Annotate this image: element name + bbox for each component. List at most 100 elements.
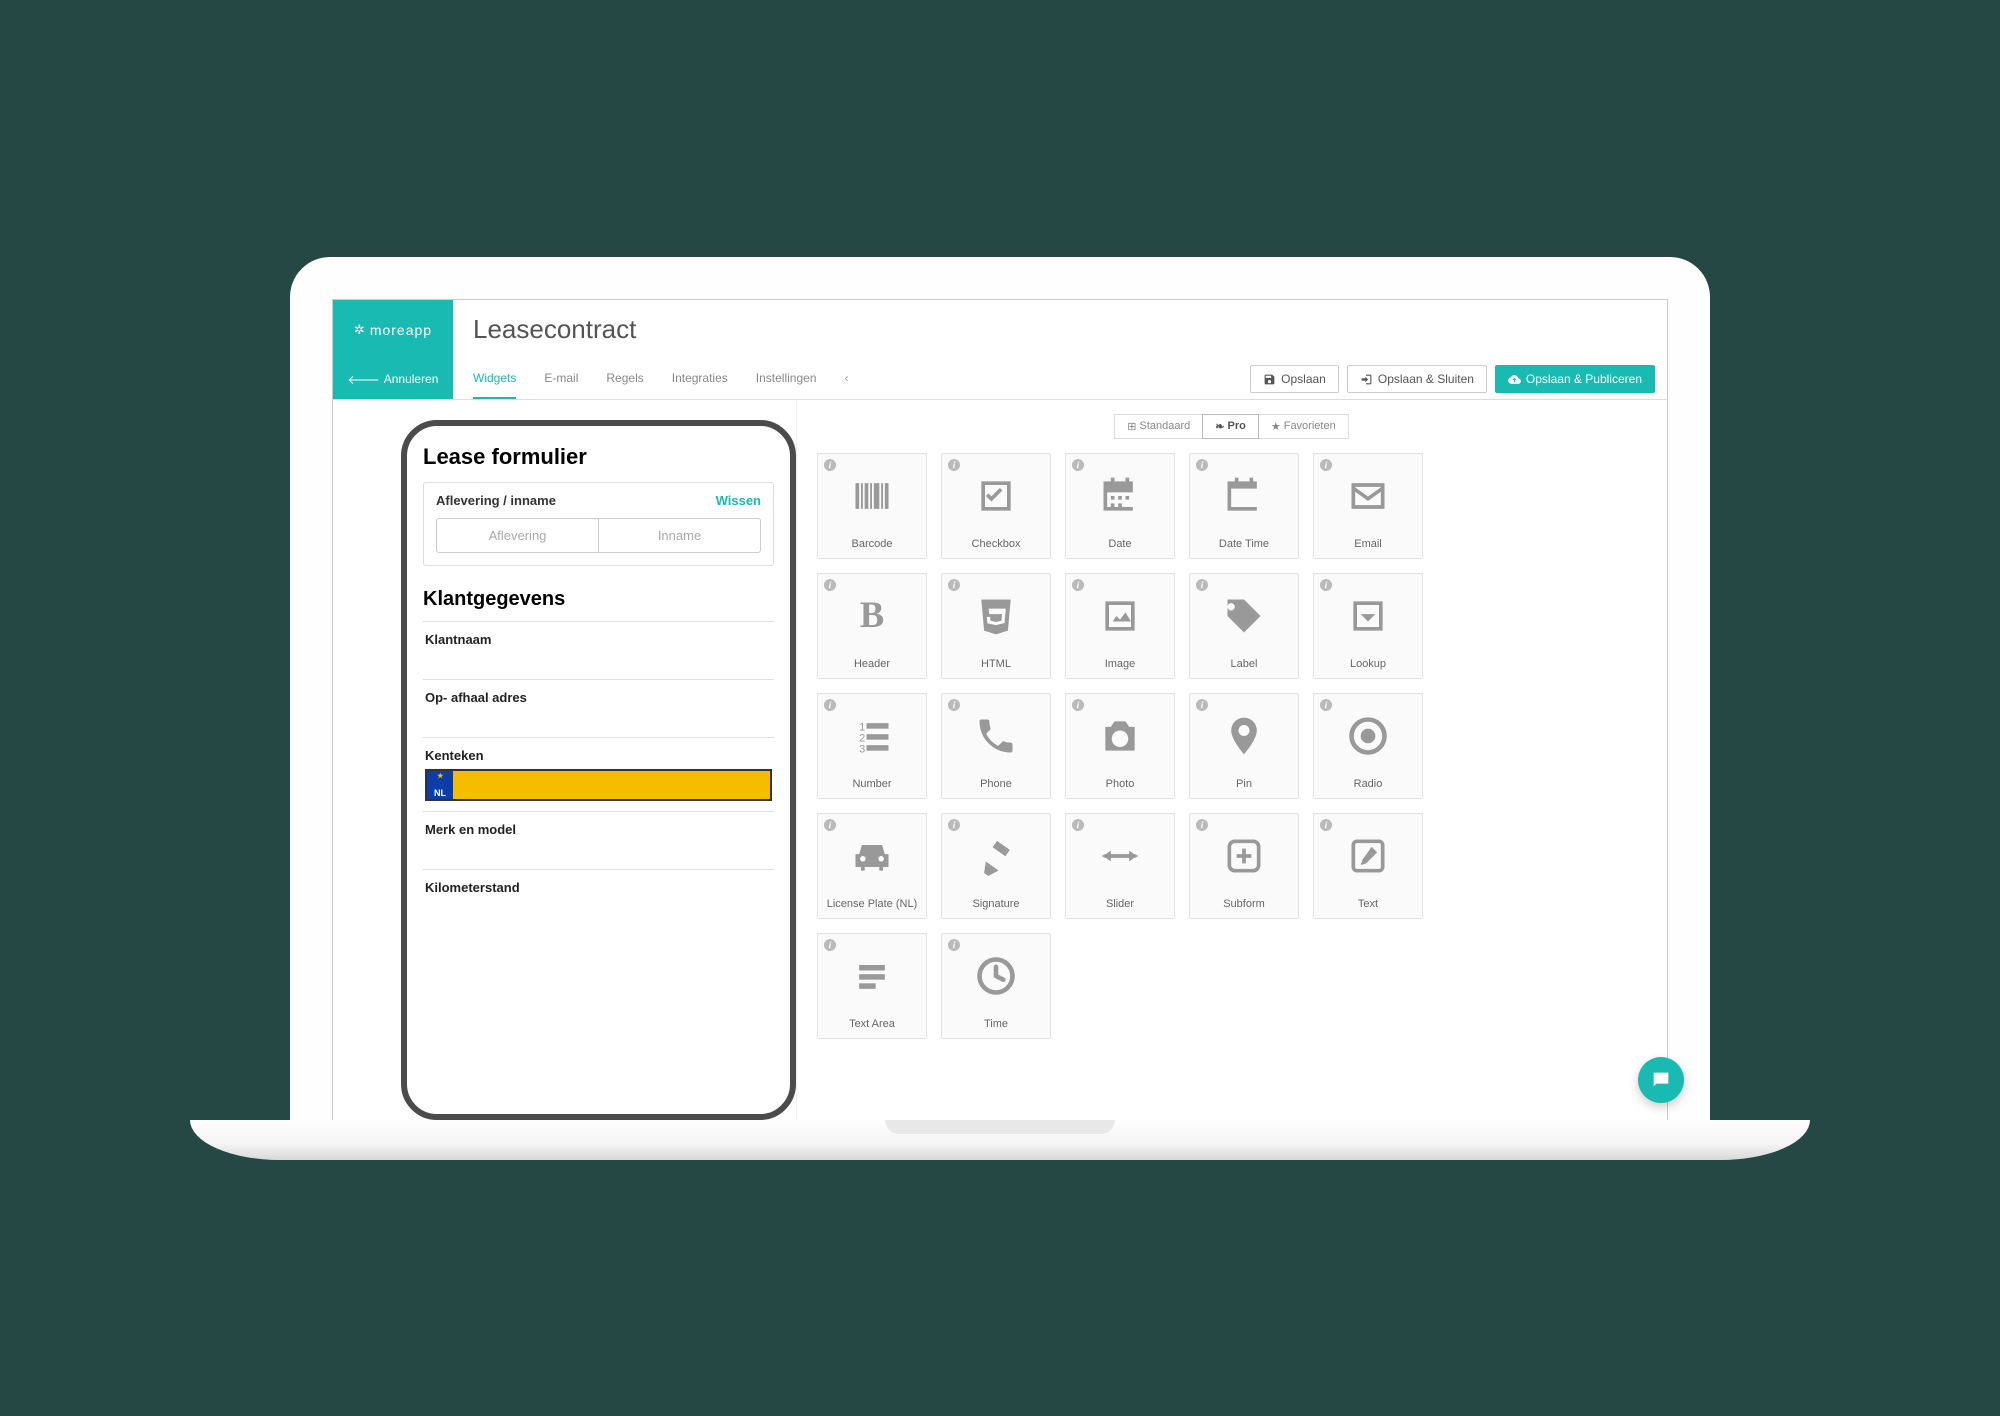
widget-image[interactable]: iImage: [1065, 573, 1175, 679]
cancel-label: Annuleren: [384, 372, 439, 386]
widget-slider[interactable]: i Slider: [1065, 813, 1175, 919]
brand-logo: ✲ moreapp: [333, 300, 453, 360]
info-icon[interactable]: i: [948, 579, 960, 591]
tab-email[interactable]: E-mail: [544, 360, 578, 399]
widget-label: Time: [984, 1018, 1008, 1030]
widget-html[interactable]: i HTML: [941, 573, 1051, 679]
widget-label: Checkbox: [972, 538, 1021, 550]
widget-label: Slider: [1106, 898, 1134, 910]
brand-text: moreapp: [370, 322, 432, 338]
widget-label: Email: [1354, 538, 1382, 550]
widget-textarea[interactable]: iText Area: [817, 933, 927, 1039]
arrow-left-icon: 🡐: [348, 372, 380, 387]
widget-date[interactable]: i Date: [1065, 453, 1175, 559]
widget-label: Lookup: [1350, 658, 1386, 670]
widget-number[interactable]: i Number: [817, 693, 927, 799]
tabs-bar: Widgets E-mail Regels Integraties Instel…: [453, 360, 1250, 399]
info-icon[interactable]: i: [824, 939, 836, 951]
widget-text[interactable]: iText: [1313, 813, 1423, 919]
delivery-card: Aflevering / inname Wissen Aflevering In…: [423, 482, 774, 566]
field-kenteken[interactable]: Kenteken ★ NL: [423, 737, 774, 811]
tabs-collapse-icon[interactable]: ‹: [845, 360, 849, 399]
widget-label: Subform: [1223, 898, 1265, 910]
save-publish-label: Opslaan & Publiceren: [1526, 372, 1642, 386]
widget-datetime[interactable]: i Date Time: [1189, 453, 1299, 559]
widget-checkbox[interactable]: i Checkbox: [941, 453, 1051, 559]
logo-icon: ✲: [354, 322, 366, 338]
info-icon[interactable]: i: [1196, 819, 1208, 831]
cat-favorites[interactable]: ★Favorieten: [1258, 414, 1349, 439]
info-icon[interactable]: i: [948, 819, 960, 831]
widget-label: Pin: [1236, 778, 1252, 790]
widget-phone[interactable]: i Phone: [941, 693, 1051, 799]
widget-lookup[interactable]: i Lookup: [1313, 573, 1423, 679]
field-klantnaam[interactable]: Klantnaam: [423, 621, 774, 679]
info-icon[interactable]: i: [1320, 819, 1332, 831]
widget-pin[interactable]: i Pin: [1189, 693, 1299, 799]
delivery-label: Aflevering / inname: [436, 493, 556, 508]
widget-label: Date Time: [1219, 538, 1269, 550]
widget-subform[interactable]: i Subform: [1189, 813, 1299, 919]
info-icon[interactable]: i: [948, 939, 960, 951]
info-icon[interactable]: i: [1320, 459, 1332, 471]
save-button[interactable]: Opslaan: [1250, 365, 1339, 393]
license-plate-input[interactable]: ★ NL: [425, 769, 772, 801]
save-close-button[interactable]: Opslaan & Sluiten: [1347, 365, 1487, 393]
tab-widgets[interactable]: Widgets: [473, 360, 516, 399]
widget-licenseplate[interactable]: i License Plate (NL): [817, 813, 927, 919]
widget-label: Date: [1108, 538, 1131, 550]
widget-label: Phone: [980, 778, 1012, 790]
chat-icon: [1650, 1069, 1668, 1091]
info-icon[interactable]: i: [1320, 579, 1332, 591]
field-km[interactable]: Kilometerstand: [423, 869, 774, 905]
info-icon[interactable]: i: [1196, 699, 1208, 711]
info-icon[interactable]: i: [1320, 699, 1332, 711]
info-icon[interactable]: i: [824, 819, 836, 831]
device-preview: Lease formulier Aflevering / inname Wiss…: [401, 420, 796, 1120]
info-icon[interactable]: i: [1196, 579, 1208, 591]
info-icon[interactable]: i: [1196, 459, 1208, 471]
info-icon[interactable]: i: [1072, 579, 1084, 591]
widget-label: License Plate (NL): [827, 898, 918, 910]
widget-header[interactable]: iHeader: [817, 573, 927, 679]
widget-label: Radio: [1354, 778, 1383, 790]
category-tabs: ⊞Standaard ❧Pro ★Favorieten: [817, 414, 1647, 439]
widget-photo[interactable]: i Photo: [1065, 693, 1175, 799]
tab-integrations[interactable]: Integraties: [672, 360, 728, 399]
widget-email[interactable]: i Email: [1313, 453, 1423, 559]
info-icon[interactable]: i: [1072, 699, 1084, 711]
save-publish-button[interactable]: Opslaan & Publiceren: [1495, 365, 1655, 393]
segment-delivery[interactable]: Aflevering: [437, 519, 599, 552]
info-icon[interactable]: i: [948, 459, 960, 471]
cat-pro[interactable]: ❧Pro: [1202, 414, 1259, 439]
cat-standard[interactable]: ⊞Standaard: [1114, 414, 1203, 439]
cloud-upload-icon: [1508, 373, 1521, 386]
info-icon[interactable]: i: [1072, 819, 1084, 831]
info-icon[interactable]: i: [824, 579, 836, 591]
widget-label: HTML: [981, 658, 1011, 670]
widget-barcode[interactable]: iBarcode: [817, 453, 927, 559]
info-icon[interactable]: i: [948, 699, 960, 711]
widget-label[interactable]: iLabel: [1189, 573, 1299, 679]
tab-settings[interactable]: Instellingen: [756, 360, 817, 399]
segment-intake[interactable]: Inname: [599, 519, 760, 552]
leaf-icon: ❧: [1215, 420, 1224, 433]
widget-label: Signature: [972, 898, 1019, 910]
info-icon[interactable]: i: [824, 459, 836, 471]
widget-label: Number: [852, 778, 891, 790]
info-icon[interactable]: i: [1072, 459, 1084, 471]
clear-link[interactable]: Wissen: [716, 493, 761, 508]
field-merk[interactable]: Merk en model: [423, 811, 774, 869]
section-klantgegevens: Klantgegevens: [423, 588, 774, 611]
cancel-button[interactable]: 🡐 Annuleren: [333, 360, 453, 399]
info-icon[interactable]: i: [824, 699, 836, 711]
save-icon: [1263, 373, 1276, 386]
kenteken-label: Kenteken: [425, 748, 484, 763]
widget-grid: iBarcodeiCheckboxiDateiDate TimeiEmailiH…: [817, 453, 1647, 1039]
widget-label: Photo: [1106, 778, 1135, 790]
widget-radio[interactable]: i Radio: [1313, 693, 1423, 799]
widget-signature[interactable]: i Signature: [941, 813, 1051, 919]
widget-time[interactable]: i Time: [941, 933, 1051, 1039]
tab-rules[interactable]: Regels: [606, 360, 643, 399]
field-adres[interactable]: Op- afhaal adres: [423, 679, 774, 737]
